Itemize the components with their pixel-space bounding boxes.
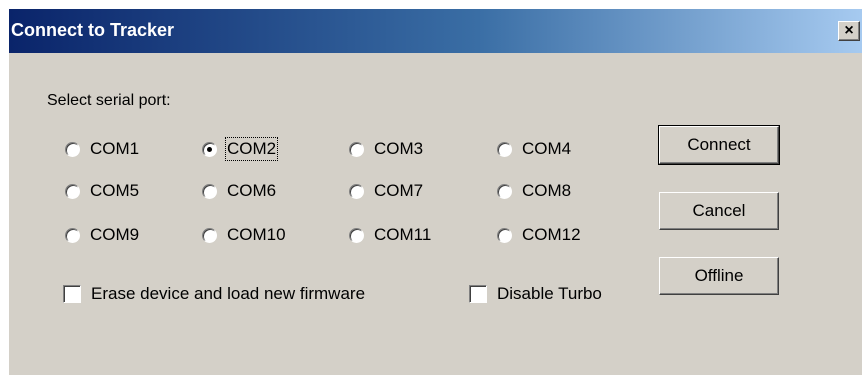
connect-dialog: Connect to Tracker × Select serial port:… xyxy=(8,8,862,375)
radio-button-icon[interactable] xyxy=(65,227,80,243)
radio-com12[interactable]: COM12 xyxy=(497,223,581,247)
offline-button[interactable]: Offline xyxy=(659,257,779,295)
radio-button-icon[interactable] xyxy=(497,141,512,157)
radio-label: COM12 xyxy=(522,225,581,244)
radio-button-icon[interactable] xyxy=(65,183,80,199)
radio-label: COM10 xyxy=(227,225,286,244)
radio-com11[interactable]: COM11 xyxy=(349,223,431,247)
radio-label: COM6 xyxy=(227,181,277,200)
offline-button-label: Offline xyxy=(694,266,744,285)
radio-com3[interactable]: COM3 xyxy=(349,137,423,161)
disable-turbo-checkbox[interactable]: Disable Turbo xyxy=(469,282,602,306)
radio-label: COM9 xyxy=(90,225,140,244)
radio-com4[interactable]: COM4 xyxy=(497,137,571,161)
radio-label: COM1 xyxy=(90,139,140,158)
window-title: Connect to Tracker xyxy=(11,20,175,40)
radio-button-icon[interactable] xyxy=(497,183,512,199)
radio-com6[interactable]: COM6 xyxy=(202,179,276,203)
cancel-button-label: Cancel xyxy=(692,201,746,220)
erase-firmware-label: Erase device and load new firmware xyxy=(91,284,366,303)
radio-com5[interactable]: COM5 xyxy=(65,179,139,203)
radio-button-icon[interactable] xyxy=(202,227,217,243)
radio-label: COM7 xyxy=(374,181,424,200)
erase-firmware-checkbox[interactable]: Erase device and load new firmware xyxy=(63,282,365,306)
radio-button-icon[interactable] xyxy=(65,141,80,157)
radio-label: COM8 xyxy=(522,181,572,200)
radio-com1[interactable]: COM1 xyxy=(65,137,139,161)
radio-com2[interactable]: COM2 xyxy=(202,137,279,161)
radio-label: COM5 xyxy=(90,181,140,200)
radio-label: COM4 xyxy=(522,139,572,158)
close-icon: × xyxy=(844,22,854,39)
radio-com7[interactable]: COM7 xyxy=(349,179,423,203)
connect-button-label: Connect xyxy=(687,135,751,154)
cancel-button[interactable]: Cancel xyxy=(659,192,779,230)
radio-label: COM2 xyxy=(224,137,279,161)
radio-button-icon[interactable] xyxy=(349,141,364,157)
select-port-label: Select serial port: xyxy=(47,92,171,109)
title-bar[interactable]: Connect to Tracker × xyxy=(9,9,862,53)
radio-label: COM11 xyxy=(374,225,432,244)
radio-com8[interactable]: COM8 xyxy=(497,179,571,203)
disable-turbo-label: Disable Turbo xyxy=(497,284,602,303)
radio-com9[interactable]: COM9 xyxy=(65,223,139,247)
radio-label: COM3 xyxy=(374,139,424,158)
checkbox-icon[interactable] xyxy=(63,285,81,303)
radio-button-selected-icon[interactable] xyxy=(202,141,217,157)
checkbox-icon[interactable] xyxy=(469,285,487,303)
radio-button-icon[interactable] xyxy=(349,183,364,199)
radio-button-icon[interactable] xyxy=(497,227,512,243)
connect-button[interactable]: Connect xyxy=(658,125,780,165)
radio-com10[interactable]: COM10 xyxy=(202,223,286,247)
radio-button-icon[interactable] xyxy=(349,227,364,243)
close-button[interactable]: × xyxy=(838,21,860,41)
radio-button-icon[interactable] xyxy=(202,183,217,199)
